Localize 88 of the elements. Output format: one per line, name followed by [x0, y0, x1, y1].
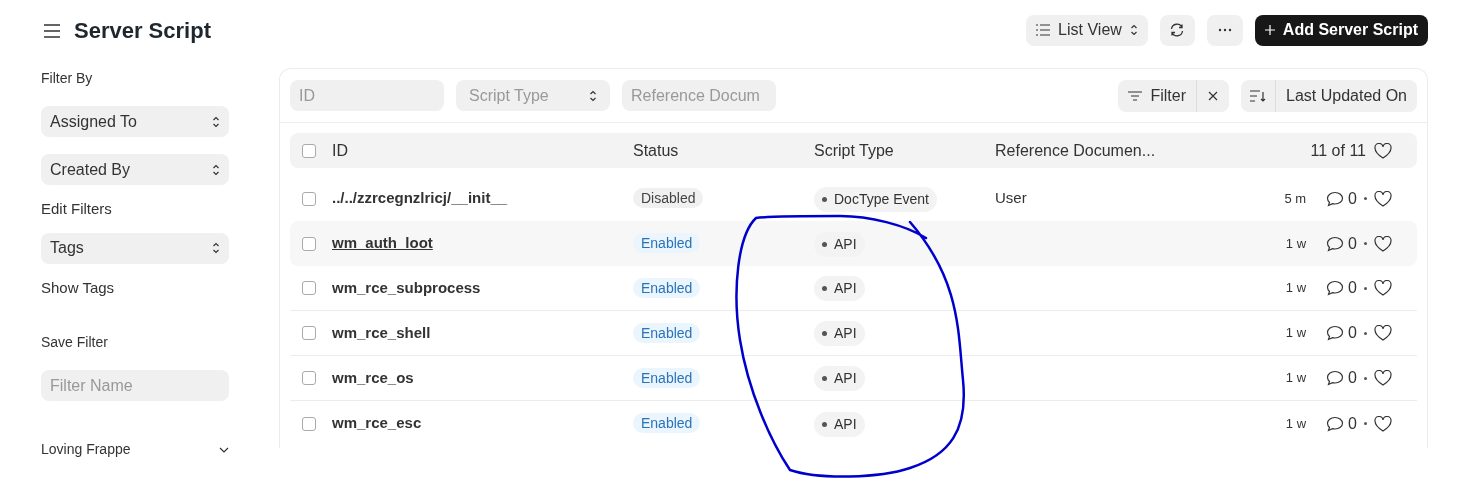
- row-checkbox[interactable]: [302, 191, 316, 206]
- sidebar-filter-select[interactable]: Tags: [41, 232, 229, 264]
- table-cell: User: [995, 189, 1027, 207]
- comment-icon[interactable]: [1326, 415, 1345, 432]
- script-link[interactable]: wm_rce_subprocess: [332, 278, 481, 296]
- modified-time: 1 w: [1285, 324, 1307, 343]
- record-count: 11 of 11: [1310, 140, 1366, 161]
- select-all-checkbox[interactable]: [302, 143, 316, 158]
- comment-icon[interactable]: [1326, 190, 1345, 207]
- save-filter-label: Save Filter: [41, 333, 109, 352]
- more-icon: [1217, 28, 1232, 32]
- status-badge: Enabled: [633, 367, 701, 388]
- script-link[interactable]: wm_rce_os: [332, 368, 414, 386]
- row-checkbox[interactable]: [302, 236, 316, 251]
- comment-icon[interactable]: [1326, 370, 1345, 386]
- list-view-button[interactable]: List View: [1026, 14, 1148, 46]
- row-checkbox[interactable]: [302, 371, 316, 385]
- column-header[interactable]: Status: [633, 141, 679, 159]
- chevron-updown-icon: [212, 242, 220, 254]
- list-icon: [1036, 24, 1051, 36]
- menu-icon[interactable]: [42, 23, 62, 39]
- chevron-updown-icon: [212, 115, 220, 128]
- sort-field-button[interactable]: Last Updated On: [1276, 79, 1417, 112]
- script-link[interactable]: ../../zzrcegnzlricj/__init__: [332, 189, 508, 207]
- row-checkbox[interactable]: [302, 416, 316, 431]
- chevron-updown-icon: [1129, 24, 1138, 36]
- modified-time: 1 w: [1285, 234, 1307, 253]
- heart-icon[interactable]: [1374, 370, 1392, 386]
- script-type-tag: API: [814, 366, 865, 391]
- status-badge: Disabled: [633, 188, 704, 209]
- table-row[interactable]: wm_auth_loot Enabled API 1 w 0: [290, 221, 1417, 266]
- chevron-updown-icon: [589, 89, 597, 102]
- heart-icon[interactable]: [1374, 325, 1392, 341]
- sidebar-filter-select[interactable]: Created By: [41, 154, 229, 185]
- heart-icon[interactable]: [1374, 280, 1392, 296]
- sidebar-link[interactable]: Edit Filters: [41, 198, 112, 221]
- sidebar-footer: Loving Frappe: [41, 439, 131, 460]
- comment-count: 0: [1348, 233, 1357, 254]
- column-header[interactable]: Script Type: [814, 141, 894, 159]
- script-link[interactable]: wm_rce_esc: [332, 414, 422, 432]
- filter-icon: [1128, 90, 1143, 101]
- script-link[interactable]: wm_auth_loot: [332, 234, 433, 252]
- sort-icon: [1250, 89, 1267, 102]
- heart-icon[interactable]: [1374, 142, 1392, 159]
- status-badge: Enabled: [633, 233, 701, 254]
- chevron-updown-icon: [212, 163, 220, 176]
- add-server-script-button[interactable]: Add Server Script: [1254, 14, 1428, 46]
- sidebar-link[interactable]: Show Tags: [41, 276, 115, 299]
- plus-icon: [1264, 25, 1275, 35]
- comment-icon[interactable]: [1326, 280, 1345, 296]
- status-badge: Enabled: [633, 413, 701, 434]
- refresh-button[interactable]: [1159, 14, 1195, 46]
- filter-button[interactable]: Filter: [1118, 79, 1198, 112]
- filter-input-field[interactable]: Reference Docum: [622, 80, 776, 111]
- script-type-tag: API: [814, 276, 865, 301]
- row-checkbox[interactable]: [302, 281, 316, 295]
- column-header[interactable]: ID: [332, 141, 348, 159]
- filter-name-field[interactable]: Filter Name: [41, 370, 229, 401]
- heart-icon[interactable]: [1374, 415, 1392, 432]
- comment-count: 0: [1348, 368, 1357, 388]
- script-type-tag: DocType Event: [814, 186, 937, 212]
- modified-time: 1 w: [1285, 369, 1307, 388]
- comment-count: 0: [1348, 188, 1357, 209]
- comment-count: 0: [1348, 323, 1357, 343]
- row-checkbox[interactable]: [302, 326, 316, 340]
- column-header[interactable]: Reference Documen...: [995, 141, 1156, 159]
- script-type-tag: API: [814, 411, 865, 437]
- script-link[interactable]: wm_rce_shell: [332, 323, 431, 341]
- sidebar-heading: Filter By: [41, 69, 94, 88]
- heart-icon[interactable]: [1374, 235, 1392, 252]
- chevron-down-icon: [219, 446, 229, 453]
- modified-time: 1 w: [1285, 279, 1307, 298]
- comment-count: 0: [1348, 278, 1357, 298]
- heart-icon[interactable]: [1374, 190, 1392, 207]
- sidebar-filter-select[interactable]: Assigned To: [41, 106, 229, 137]
- comment-icon[interactable]: [1326, 325, 1345, 341]
- page-title: Server Script: [74, 16, 211, 45]
- status-badge: Enabled: [633, 277, 701, 298]
- modified-time: 1 w: [1285, 414, 1307, 433]
- close-icon: [1208, 90, 1219, 101]
- filter-input-field[interactable]: ID: [290, 80, 444, 111]
- comment-icon[interactable]: [1326, 235, 1345, 252]
- script-type-tag: API: [814, 231, 865, 257]
- script-type-tag: API: [814, 321, 865, 346]
- refresh-icon: [1169, 22, 1186, 38]
- status-badge: Enabled: [633, 322, 701, 343]
- comment-count: 0: [1348, 413, 1357, 434]
- modified-time: 5 m: [1284, 189, 1307, 208]
